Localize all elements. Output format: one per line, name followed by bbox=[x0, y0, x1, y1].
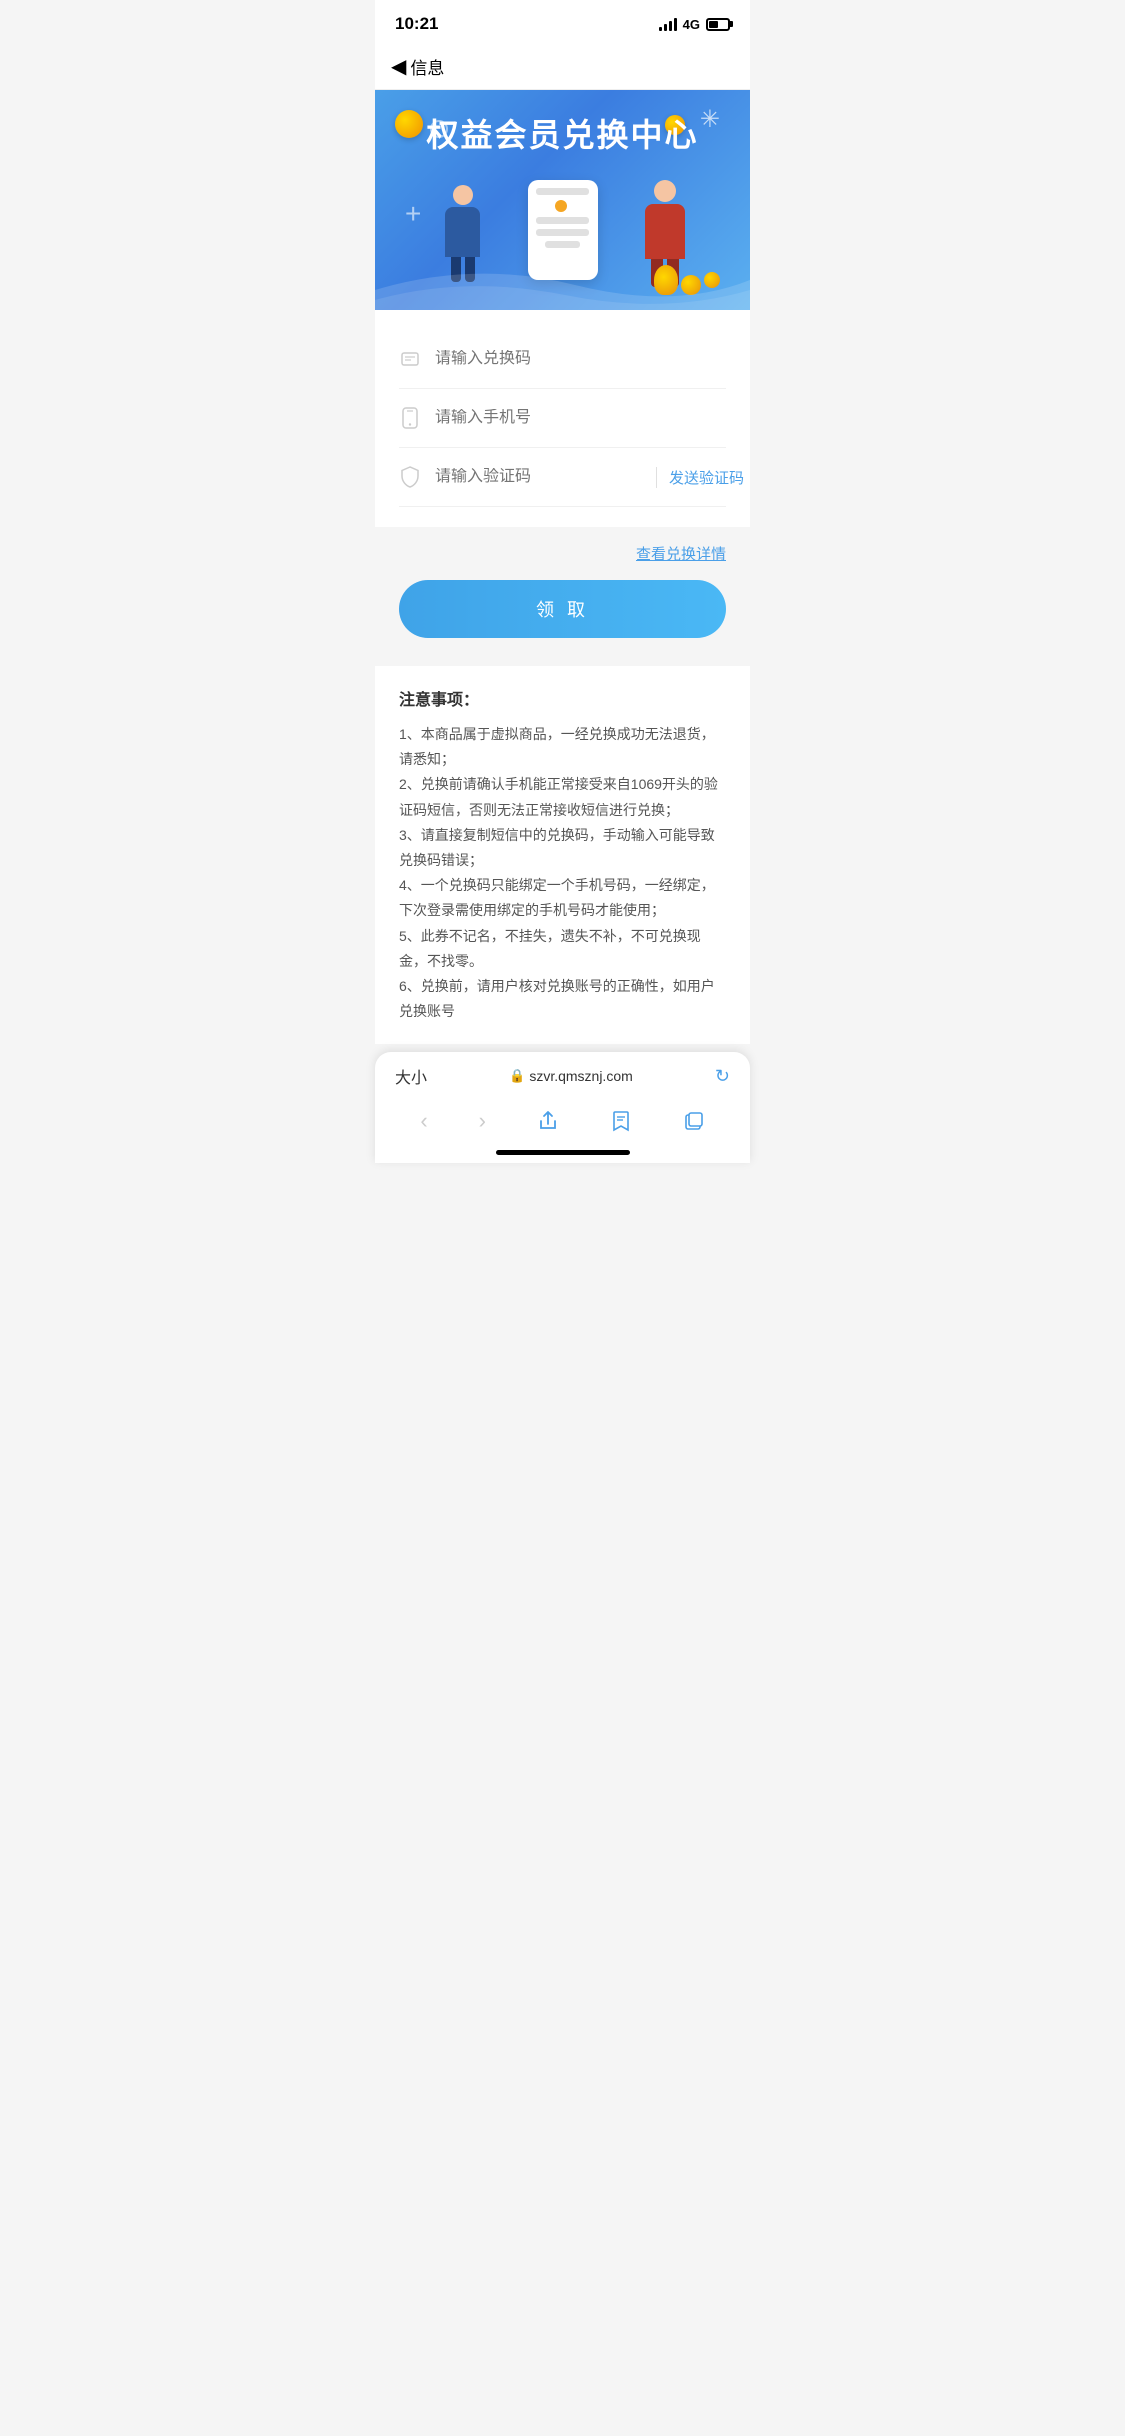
status-bar: 10:21 4G bbox=[375, 0, 750, 44]
signal-icon bbox=[659, 17, 677, 31]
network-type: 4G bbox=[683, 17, 700, 32]
view-detail-link[interactable]: 查看兑换详情 bbox=[399, 543, 726, 564]
notice-item-4: 4、一个兑换码只能绑定一个手机号码，一经绑定，下次登录需使用绑定的手机号码才能使… bbox=[399, 877, 715, 918]
action-area: 查看兑换详情 领 取 bbox=[375, 527, 750, 658]
deco-asterisk-icon: ✳ bbox=[700, 105, 720, 134]
deco-plus-icon: + bbox=[405, 198, 421, 230]
submit-button[interactable]: 领 取 bbox=[399, 580, 726, 638]
verify-code-input[interactable] bbox=[435, 468, 642, 486]
browser-url: 🔒 szvr.qmsznj.com bbox=[509, 1068, 633, 1084]
back-chevron-icon: ◀ bbox=[391, 57, 406, 77]
hero-banner: ✳ + 权益会员兑换中心 bbox=[375, 90, 750, 310]
nav-back-label: 信息 bbox=[410, 54, 444, 79]
phone-row bbox=[399, 389, 726, 448]
hero-wave bbox=[375, 250, 750, 310]
nav-share-btn[interactable] bbox=[525, 1106, 571, 1136]
hero-title: 权益会员兑换中心 bbox=[426, 110, 698, 156]
notice-item-2: 2、兑换前请确认手机能正常接受来自1069开头的验证码短信，否则无法正常接收短信… bbox=[399, 776, 718, 817]
exchange-code-icon bbox=[399, 348, 421, 370]
notice-item-1: 1、本商品属于虚拟商品，一经兑换成功无法退货，请悉知； bbox=[399, 726, 715, 767]
notice-item-3: 3、请直接复制短信中的兑换码，手动输入可能导致兑换码错误； bbox=[399, 827, 715, 868]
notice-item-5: 5、此券不记名，不挂失，遗失不补，不可兑换现金，不找零。 bbox=[399, 928, 701, 969]
browser-bar: 大小 🔒 szvr.qmsznj.com ↻ ‹ › bbox=[375, 1052, 750, 1163]
refresh-icon[interactable]: ↻ bbox=[715, 1066, 730, 1087]
font-size-label[interactable]: 大小 bbox=[395, 1064, 427, 1088]
exchange-code-row bbox=[399, 330, 726, 389]
status-icons: 4G bbox=[659, 17, 730, 32]
verify-code-row: 发送验证码 bbox=[399, 448, 726, 507]
browser-url-row: 大小 🔒 szvr.qmsznj.com ↻ bbox=[395, 1064, 730, 1088]
url-text: szvr.qmsznj.com bbox=[529, 1068, 632, 1084]
nav-forward-btn[interactable]: › bbox=[467, 1104, 498, 1138]
nav-bar: ◀ 信息 bbox=[375, 44, 750, 90]
home-indicator bbox=[496, 1150, 630, 1155]
form-section: 发送验证码 bbox=[375, 310, 750, 527]
send-code-button[interactable]: 发送验证码 bbox=[656, 467, 744, 488]
notice-content: 1、本商品属于虚拟商品，一经兑换成功无法退货，请悉知； 2、兑换前请确认手机能正… bbox=[399, 722, 726, 1024]
notice-item-6: 6、兑换前，请用户核对兑换账号的正确性，如用户兑换账号 bbox=[399, 978, 715, 1019]
shield-icon bbox=[399, 466, 421, 488]
phone-input[interactable] bbox=[435, 409, 726, 427]
notice-title: 注意事项： bbox=[399, 686, 726, 710]
nav-bookmarks-btn[interactable] bbox=[598, 1106, 644, 1136]
phone-icon bbox=[399, 407, 421, 429]
deco-coin-1 bbox=[395, 110, 423, 138]
browser-nav: ‹ › bbox=[395, 1100, 730, 1142]
nav-back-button[interactable]: ◀ 信息 bbox=[391, 54, 444, 79]
nav-back-btn[interactable]: ‹ bbox=[408, 1104, 439, 1138]
exchange-code-input[interactable] bbox=[435, 350, 726, 368]
nav-tabs-btn[interactable] bbox=[671, 1106, 717, 1136]
lock-icon: 🔒 bbox=[509, 1068, 525, 1084]
notice-section: 注意事项： 1、本商品属于虚拟商品，一经兑换成功无法退货，请悉知； 2、兑换前请… bbox=[375, 666, 750, 1044]
battery-icon bbox=[706, 18, 730, 31]
status-time: 10:21 bbox=[395, 14, 438, 34]
